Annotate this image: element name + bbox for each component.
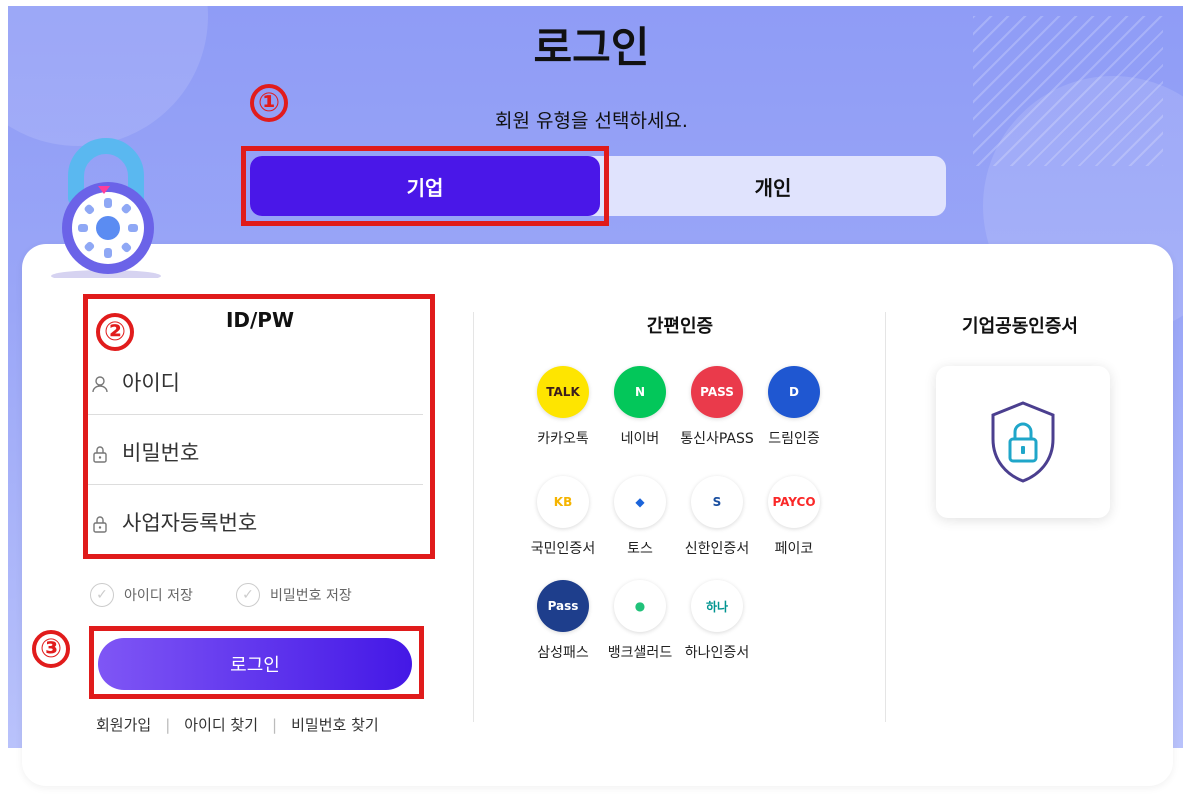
find-password-link[interactable]: 비밀번호 찾기 [291, 714, 379, 735]
provider-logo-icon: D [768, 366, 820, 418]
check-icon: ✓ [90, 583, 114, 607]
page-title: 로그인 [533, 23, 650, 72]
provider-logo-icon: PASS [691, 366, 743, 418]
provider-logo-icon: ● [614, 580, 666, 632]
find-id-link[interactable]: 아이디 찾기 [184, 714, 258, 735]
divider: | [165, 715, 171, 734]
provider-label: 하나인증서 [684, 645, 750, 661]
provider-11[interactable]: 하나하나인증서 [677, 580, 757, 662]
provider-label: 드림인증 [768, 431, 820, 447]
provider-label: 신한인증서 [684, 541, 750, 557]
provider-label: 페이코 [774, 541, 814, 557]
provider-8[interactable]: PAYCO 페이코 [754, 476, 834, 558]
signup-link[interactable]: 회원가입 [96, 714, 151, 735]
provider-label: 토스 [627, 541, 653, 557]
highlight-box-1 [241, 146, 609, 226]
provider-9[interactable]: Pass 삼성패스 [523, 580, 603, 662]
provider-3[interactable]: PASS 통신사PASS [677, 366, 757, 448]
provider-4[interactable]: D 드림인증 [754, 366, 834, 448]
provider-logo-icon: N [614, 366, 666, 418]
shield-lock-icon [991, 401, 1055, 483]
provider-logo-icon: Pass [537, 580, 589, 632]
highlight-box-3 [89, 626, 424, 699]
divider: | [272, 715, 278, 734]
corp-cert-title: 기업공동인증서 [962, 316, 1078, 337]
corp-cert-button[interactable] [936, 366, 1110, 518]
tab-personal[interactable]: 개인 [600, 156, 946, 216]
provider-label: 통신사PASS [680, 431, 754, 447]
account-links: 회원가입 | 아이디 찾기 | 비밀번호 찾기 [96, 714, 420, 735]
member-type-prompt: 회원 유형을 선택하세요. [495, 110, 688, 132]
save-password-checkbox[interactable]: ✓ 비밀번호 저장 [236, 583, 352, 607]
provider-2[interactable]: N 네이버 [600, 366, 680, 448]
provider-label: 국민인증서 [530, 541, 596, 557]
section-divider [885, 312, 886, 722]
save-id-checkbox[interactable]: ✓ 아이디 저장 [90, 583, 193, 607]
provider-label: 카카오톡 [537, 431, 589, 447]
lock-illustration [51, 138, 161, 278]
provider-logo-icon: KB [537, 476, 589, 528]
section-divider [473, 312, 474, 722]
provider-1[interactable]: TALK 카카오톡 [523, 366, 603, 448]
provider-5[interactable]: KB 국민인증서 [523, 476, 603, 558]
step-marker-3: ③ [32, 630, 70, 668]
save-password-label: 비밀번호 저장 [270, 588, 352, 604]
provider-6[interactable]: ◆ 토스 [600, 476, 680, 558]
provider-10[interactable]: ● 뱅크샐러드 [600, 580, 680, 662]
provider-logo-icon: ◆ [614, 476, 666, 528]
provider-label: 네이버 [620, 431, 660, 447]
provider-logo-icon: PAYCO [768, 476, 820, 528]
provider-logo-icon: 하나 [691, 580, 743, 632]
provider-logo-icon: TALK [537, 366, 589, 418]
save-id-label: 아이디 저장 [124, 588, 193, 604]
provider-label: 뱅크샐러드 [607, 645, 673, 661]
highlight-box-2 [83, 294, 435, 559]
provider-logo-icon: S [691, 476, 743, 528]
step-marker-1: ① [250, 84, 288, 122]
provider-7[interactable]: S 신한인증서 [677, 476, 757, 558]
check-icon: ✓ [236, 583, 260, 607]
simple-auth-title: 간편인증 [646, 316, 714, 337]
provider-label: 삼성패스 [537, 645, 589, 661]
